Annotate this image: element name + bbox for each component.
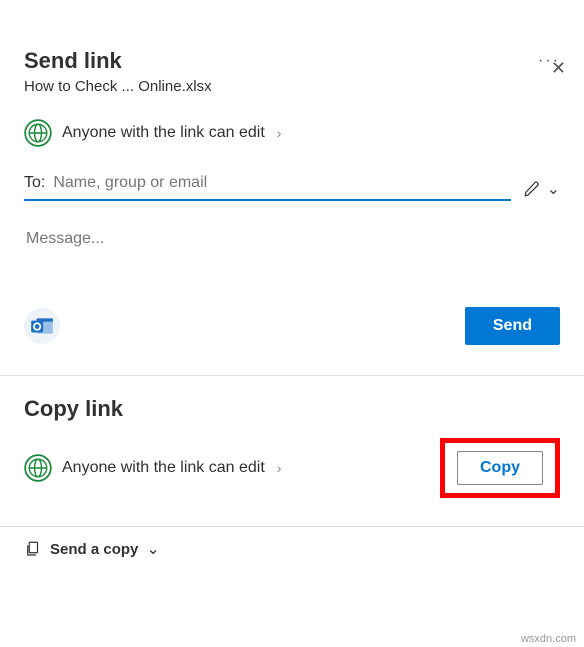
- close-icon[interactable]: ✕: [551, 58, 566, 79]
- link-settings-button[interactable]: Anyone with the link can edit ›: [24, 119, 560, 147]
- highlight-annotation: Copy: [440, 438, 560, 498]
- edit-permissions-button[interactable]: ⌄: [523, 179, 560, 201]
- dialog-title: Send link: [24, 48, 122, 74]
- file-name: How to Check ... Online.xlsx: [24, 78, 560, 95]
- copy-button[interactable]: Copy: [457, 451, 543, 485]
- dialog-body: Send link ··· How to Check ... Online.xl…: [0, 48, 584, 345]
- send-a-copy-button[interactable]: Send a copy ⌄: [0, 526, 584, 571]
- outlook-icon[interactable]: [24, 308, 60, 344]
- copy-link-section: Copy link Anyone with the link can edit …: [0, 396, 584, 498]
- copy-link-title: Copy link: [24, 396, 123, 422]
- message-input[interactable]: [24, 229, 560, 249]
- globe-icon: [24, 454, 52, 482]
- header-row: Send link ···: [24, 48, 560, 74]
- copy-link-settings-button[interactable]: Anyone with the link can edit ›: [24, 454, 281, 482]
- chevron-right-icon: ›: [277, 125, 282, 141]
- section-divider: [0, 375, 584, 376]
- send-button[interactable]: Send: [465, 307, 560, 345]
- globe-icon: [24, 119, 52, 147]
- pencil-icon: [523, 180, 541, 198]
- copy-file-icon: [24, 540, 42, 558]
- send-a-copy-label: Send a copy: [50, 541, 138, 558]
- permission-label: Anyone with the link can edit: [62, 124, 265, 142]
- recipient-row: To: ⌄: [24, 173, 560, 201]
- chevron-down-icon: ⌄: [146, 539, 159, 559]
- to-label: To:: [24, 174, 45, 192]
- send-row: Send: [24, 307, 560, 345]
- footer-watermark: wsxdn.com: [521, 633, 576, 645]
- chevron-right-icon: ›: [277, 460, 282, 476]
- recipients-input[interactable]: [51, 173, 510, 193]
- permission-label: Anyone with the link can edit: [62, 459, 265, 477]
- to-field-wrap[interactable]: To:: [24, 173, 511, 201]
- chevron-down-icon: ⌄: [547, 179, 560, 199]
